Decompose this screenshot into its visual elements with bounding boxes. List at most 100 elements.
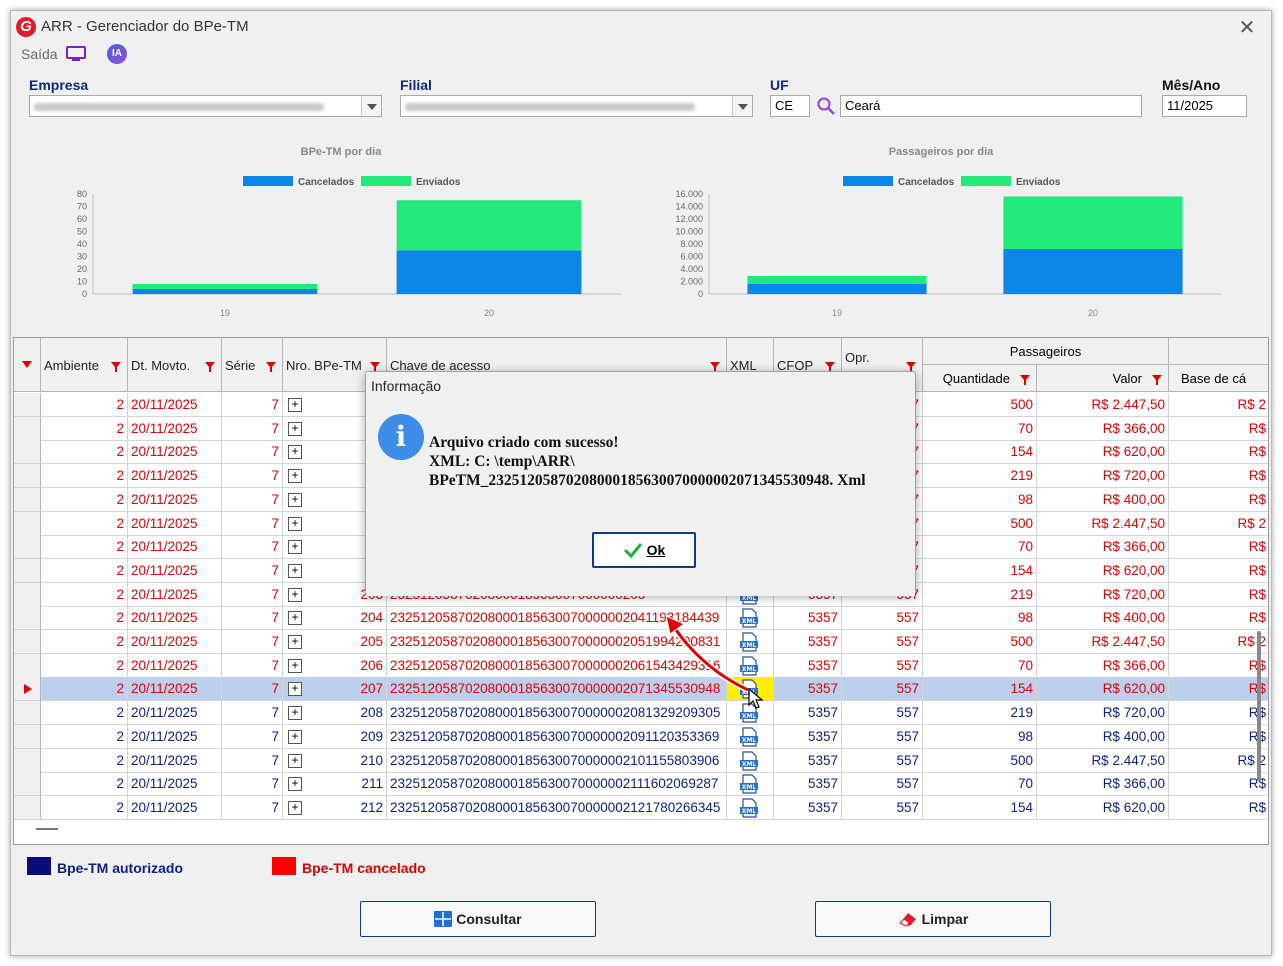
cell-ind[interactable] xyxy=(14,416,41,441)
expand-icon[interactable]: + xyxy=(288,398,302,412)
expand-icon[interactable]: + xyxy=(288,492,302,507)
cell-ind[interactable] xyxy=(14,535,41,560)
expand-icon[interactable]: + xyxy=(288,540,302,555)
consultar-button[interactable]: Consultar xyxy=(360,901,596,937)
table-row[interactable]: 2 20/11/2025 7 +207 232512058702080001856300… xyxy=(14,677,1268,702)
uf-label: UF xyxy=(770,77,789,93)
cell-chave: 2325120587020800018563007000000210115580… xyxy=(387,748,727,773)
vertical-scrollbar[interactable] xyxy=(1257,631,1261,781)
expand-icon[interactable]: + xyxy=(288,777,302,792)
expand-icon[interactable]: + xyxy=(288,682,302,697)
cell-ind[interactable] xyxy=(14,630,41,654)
table-row[interactable]: 2 20/11/2025 7 +205 232512058702080001856300… xyxy=(14,630,1268,654)
expand-icon[interactable]: + xyxy=(288,729,302,744)
cell-ind[interactable] xyxy=(14,748,41,773)
cell-ind[interactable] xyxy=(14,487,41,512)
cell-ind[interactable] xyxy=(14,724,41,749)
cell-xml[interactable]: XML xyxy=(727,795,774,820)
chevron-down-icon[interactable] xyxy=(361,96,381,116)
table-row[interactable]: 2 20/11/2025 7 +209 232512058702080001856300… xyxy=(14,724,1268,749)
cell-ind[interactable] xyxy=(14,795,41,820)
chevron-down-icon[interactable] xyxy=(732,96,752,116)
cell-ind[interactable] xyxy=(14,653,41,678)
y-tick-label: 60 xyxy=(77,214,87,224)
cell-ind[interactable] xyxy=(14,677,41,702)
table-row[interactable]: 2 20/11/2025 7 +210 232512058702080001856300… xyxy=(14,748,1268,773)
filter-icon[interactable] xyxy=(906,360,916,372)
table-row[interactable]: 2 20/11/2025 7 +204 232512058702080001856300… xyxy=(14,606,1268,631)
xml-file-icon[interactable]: XML xyxy=(739,750,759,771)
expand-icon[interactable]: + xyxy=(288,516,302,531)
limpar-button[interactable]: Limpar xyxy=(815,901,1051,937)
filter-icon[interactable] xyxy=(111,360,121,372)
cell-ind[interactable] xyxy=(14,393,41,417)
ok-button[interactable]: Ok xyxy=(592,532,696,568)
filter-icon[interactable] xyxy=(1152,373,1162,385)
cell-base-text: R$ 2 xyxy=(1237,634,1266,649)
cell-serie: 7 xyxy=(222,582,283,607)
empresa-select[interactable] xyxy=(29,95,382,117)
expand-icon[interactable]: + xyxy=(288,635,302,649)
filter-icon[interactable] xyxy=(370,360,380,372)
search-icon[interactable] xyxy=(816,96,836,116)
cell-ind[interactable] xyxy=(14,558,41,583)
cell-ind[interactable] xyxy=(14,606,41,631)
cell-qtd-text: 500 xyxy=(1010,397,1033,412)
filter-icon[interactable] xyxy=(825,360,835,372)
cell-ind[interactable] xyxy=(14,464,41,489)
filter-icon[interactable] xyxy=(266,360,276,372)
cell-amb: 2 xyxy=(41,440,128,465)
cell-qtd: 70 xyxy=(923,416,1037,441)
grid-header-base[interactable]: Base de cá xyxy=(1169,365,1268,392)
grid-header-valor[interactable]: Valor xyxy=(1037,365,1169,392)
saida-button[interactable]: Saída xyxy=(21,46,58,62)
expand-icon[interactable]: + xyxy=(288,658,302,673)
xml-file-icon[interactable]: XML xyxy=(739,727,759,747)
monitor-icon[interactable] xyxy=(65,46,87,62)
y-tick-label: 70 xyxy=(77,202,87,212)
cell-xml[interactable]: XML xyxy=(727,748,774,773)
expand-icon[interactable]: + xyxy=(288,611,302,626)
cell-serie: 7 xyxy=(222,795,283,820)
filter-icon[interactable] xyxy=(710,360,720,372)
cell-xml[interactable]: XML xyxy=(727,724,774,749)
cell-xml[interactable]: XML xyxy=(727,772,774,797)
table-row[interactable]: 2 20/11/2025 7 +212 232512058702080001856300… xyxy=(14,795,1268,820)
expand-icon[interactable]: + xyxy=(288,445,302,460)
grid-header-indicator[interactable] xyxy=(14,338,41,392)
grid-header-serie[interactable]: Série xyxy=(222,338,283,392)
cell-ind[interactable] xyxy=(14,772,41,797)
xml-file-icon[interactable]: XML xyxy=(739,798,759,818)
table-row[interactable]: 2 20/11/2025 7 +208 232512058702080001856300… xyxy=(14,701,1268,726)
cell-ind[interactable] xyxy=(14,511,41,536)
expand-icon[interactable]: + xyxy=(288,421,302,436)
expand-icon[interactable]: + xyxy=(288,587,302,602)
cell-serie-text: 7 xyxy=(271,799,279,815)
uf-name-input[interactable]: Ceará xyxy=(840,95,1142,117)
grid-header-qtd[interactable]: Quantidade xyxy=(923,365,1037,392)
expand-icon[interactable]: + xyxy=(288,800,302,815)
filial-select[interactable] xyxy=(400,95,753,117)
cell-ind[interactable] xyxy=(14,582,41,607)
mes-ano-input[interactable]: 11/2025 xyxy=(1162,95,1247,117)
cell-ind[interactable] xyxy=(14,701,41,726)
table-row[interactable]: 2 20/11/2025 7 +211 232512058702080001856300… xyxy=(14,772,1268,797)
grid-header-dt[interactable]: Dt. Movto. xyxy=(128,338,222,392)
cell-amb-text: 2 xyxy=(116,728,124,744)
filter-icon[interactable] xyxy=(205,360,215,372)
xml-file-icon[interactable]: XML xyxy=(739,774,759,794)
filter-icon[interactable] xyxy=(1020,373,1030,385)
grid-header-amb[interactable]: Ambiente xyxy=(41,338,128,392)
ia-button[interactable]: IA xyxy=(107,44,127,64)
expand-icon[interactable]: + xyxy=(288,753,302,768)
expand-icon[interactable]: + xyxy=(288,706,302,721)
uf-code-input[interactable]: CE xyxy=(770,95,810,117)
table-row[interactable]: 2 20/11/2025 7 +206 232512058702080001856300… xyxy=(14,653,1268,678)
cell-ind[interactable] xyxy=(14,440,41,465)
cell-amb: 2 xyxy=(41,558,128,583)
cell-dt-text: 20/11/2025 xyxy=(131,562,198,578)
expand-icon[interactable]: + xyxy=(288,563,302,578)
svg-text:XML: XML xyxy=(742,808,757,815)
expand-icon[interactable]: + xyxy=(288,469,302,484)
close-icon[interactable]: ✕ xyxy=(1237,15,1257,40)
